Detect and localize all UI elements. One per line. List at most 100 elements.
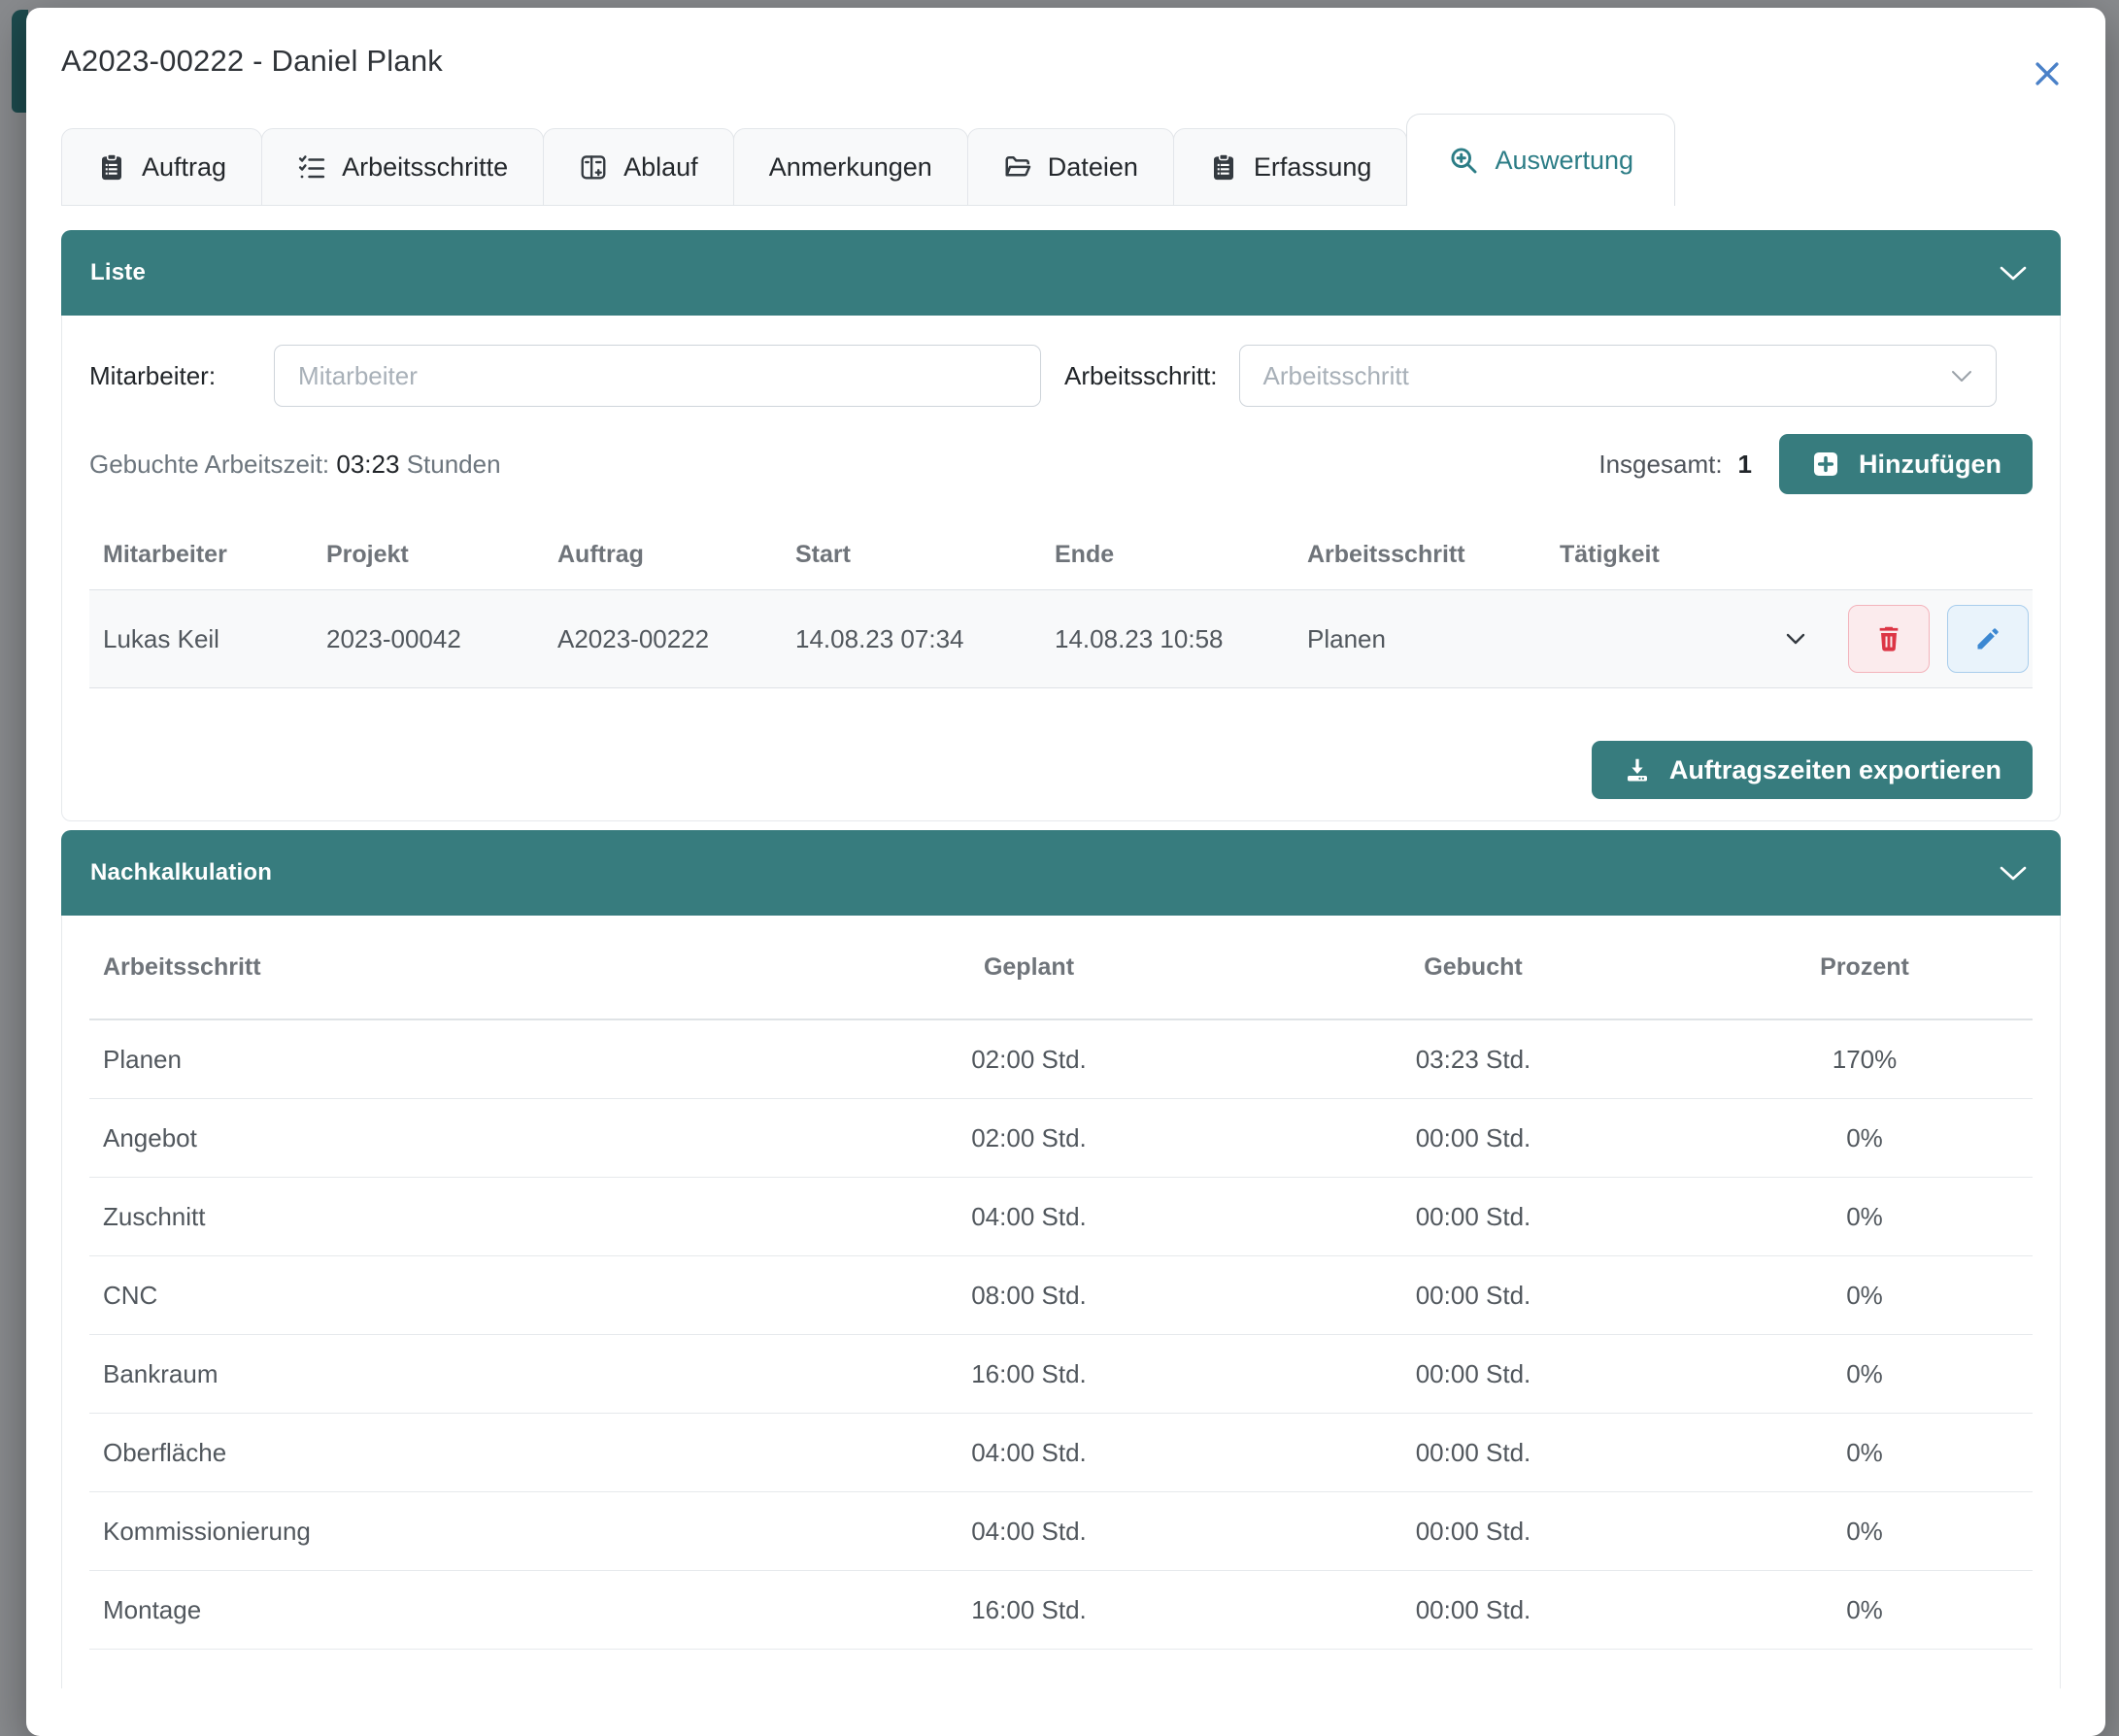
workflow-icon [579,152,608,182]
cell-arbeitsschritt: Kommissionierung [89,1517,808,1547]
table-row: Kommissionierung 04:00 Std. 00:00 Std. 0… [89,1492,2033,1571]
cell-geplant: 04:00 Std. [808,1438,1250,1468]
tab-label: Auftrag [142,152,226,183]
booked-time-value: 03:23 [336,450,399,479]
chevron-down-icon [1999,865,2028,882]
cell-arbeitsschritt: Planen [1294,624,1546,654]
chevron-down-icon [1999,265,2028,282]
mitarbeiter-input[interactable] [274,345,1041,407]
cell-arbeitsschritt: Planen [89,1045,808,1075]
arbeitsschritt-select[interactable]: Arbeitsschritt [1239,345,1997,407]
cell-gebucht: 03:23 Std. [1250,1045,1697,1075]
folder-open-icon [1003,152,1032,182]
column-header-taetigkeit: Tätigkeit [1546,541,1722,569]
filter-row: Mitarbeiter: Arbeitsschritt: Arbeitsschr… [89,345,2033,407]
column-header-prozent: Prozent [1697,953,2033,982]
table-row: Bankraum 16:00 Std. 00:00 Std. 0% [89,1335,2033,1414]
cell-arbeitsschritt: Bankraum [89,1359,808,1389]
nachkalkulation-card-title: Nachkalkulation [90,859,272,886]
cell-prozent: 0% [1697,1281,2033,1311]
mitarbeiter-filter-label: Mitarbeiter: [89,361,216,391]
tab-label: Erfassung [1254,152,1372,183]
cell-gebucht: 00:00 Std. [1250,1359,1697,1389]
cell-mitarbeiter: Lukas Keil [89,624,313,654]
order-detail-modal: A2023-00222 - Daniel Plank Auftrag Arbei… [26,8,2105,1736]
add-button[interactable]: Hinzufügen [1779,434,2033,494]
cell-gebucht: 00:00 Std. [1250,1123,1697,1153]
table-row: Zuschnitt 04:00 Std. 00:00 Std. 0% [89,1178,2033,1256]
cell-arbeitsschritt: Oberfläche [89,1438,808,1468]
nachkalkulation-card: Nachkalkulation Arbeitsschritt Geplant G… [61,830,2061,1688]
cell-geplant: 04:00 Std. [808,1202,1250,1232]
nachkalkulation-table: Arbeitsschritt Geplant Gebucht Prozent P… [89,916,2033,1650]
trash-icon [1873,623,1904,654]
cell-ende: 14.08.23 10:58 [1041,624,1294,654]
column-header-arbeitsschritt: Arbeitsschritt [1294,541,1546,569]
tab-dateien[interactable]: Dateien [967,128,1174,206]
tab-label: Auswertung [1495,146,1633,176]
download-icon [1623,755,1652,785]
cell-prozent: 0% [1697,1359,2033,1389]
tab-label: Ablauf [623,152,698,183]
cell-prozent: 0% [1697,1123,2033,1153]
liste-card: Liste Mitarbeiter: Arbeitsschritt: Arbei… [61,230,2061,821]
cell-geplant: 16:00 Std. [808,1359,1250,1389]
cell-prozent: 0% [1697,1202,2033,1232]
cell-gebucht: 00:00 Std. [1250,1281,1697,1311]
tab-bar: Auftrag Arbeitsschritte Ablauf Anmerkung… [61,114,2061,206]
zoom-in-icon [1448,145,1479,176]
add-button-label: Hinzufügen [1859,450,2001,480]
tab-erfassung[interactable]: Erfassung [1173,128,1408,206]
liste-card-header[interactable]: Liste [61,230,2061,316]
chevron-down-icon [1951,370,1972,383]
edit-row-button[interactable] [1947,605,2029,673]
nachkalkulation-table-header: Arbeitsschritt Geplant Gebucht Prozent [89,916,2033,1020]
nachkalkulation-card-header[interactable]: Nachkalkulation [61,830,2061,916]
column-header-projekt: Projekt [313,541,544,569]
cell-prozent: 170% [1697,1045,2033,1075]
export-button-label: Auftragszeiten exportieren [1669,755,2001,785]
chevron-down-icon [1786,633,1805,645]
cell-prozent: 0% [1697,1438,2033,1468]
row-arbeitsschritt-dropdown[interactable] [1786,633,1805,645]
tab-auswertung[interactable]: Auswertung [1406,114,1675,206]
cell-arbeitsschritt: Zuschnitt [89,1202,808,1232]
cell-gebucht: 00:00 Std. [1250,1595,1697,1625]
cell-prozent: 0% [1697,1517,2033,1547]
cell-arbeitsschritt: Montage [89,1595,808,1625]
column-header-arbeitsschritt: Arbeitsschritt [89,953,808,982]
table-row: Oberfläche 04:00 Std. 00:00 Std. 0% [89,1414,2033,1492]
delete-row-button[interactable] [1848,605,1930,673]
close-button[interactable] [2028,54,2067,93]
tab-anmerkungen[interactable]: Anmerkungen [733,128,968,206]
table-row: Montage 16:00 Std. 00:00 Std. 0% [89,1571,2033,1650]
plus-square-icon [1810,449,1841,480]
cell-start: 14.08.23 07:34 [782,624,1041,654]
total-label: Insgesamt: [1598,450,1722,480]
column-header-ende: Ende [1041,541,1294,569]
column-header-mitarbeiter: Mitarbeiter [89,541,313,569]
tab-label: Anmerkungen [769,152,932,183]
arbeitsschritt-select-placeholder: Arbeitsschritt [1263,361,1409,391]
column-header-auftrag: Auftrag [544,541,782,569]
tab-ablauf[interactable]: Ablauf [543,128,734,206]
cell-prozent: 0% [1697,1595,2033,1625]
tab-auftrag[interactable]: Auftrag [61,128,262,206]
booked-time-label: Gebuchte Arbeitszeit: [89,450,329,479]
export-button[interactable]: Auftragszeiten exportieren [1592,741,2033,799]
cell-geplant: 02:00 Std. [808,1123,1250,1153]
cell-auftrag: A2023-00222 [544,624,782,654]
tab-arbeitsschritte[interactable]: Arbeitsschritte [261,128,544,206]
total-value: 1 [1738,450,1752,480]
booked-time: Gebuchte Arbeitszeit: 03:23 Stunden [89,450,501,480]
page-title: A2023-00222 - Daniel Plank [61,44,2061,79]
column-header-gebucht: Gebucht [1250,953,1697,982]
table-row: Angebot 02:00 Std. 00:00 Std. 0% [89,1099,2033,1178]
cell-arbeitsschritt: Angebot [89,1123,808,1153]
column-header-geplant: Geplant [808,953,1250,982]
cell-gebucht: 00:00 Std. [1250,1438,1697,1468]
table-row: CNC 08:00 Std. 00:00 Std. 0% [89,1256,2033,1335]
counts-row: Gebuchte Arbeitszeit: 03:23 Stunden Insg… [89,434,2033,494]
cell-gebucht: 00:00 Std. [1250,1202,1697,1232]
cell-gebucht: 00:00 Std. [1250,1517,1697,1547]
